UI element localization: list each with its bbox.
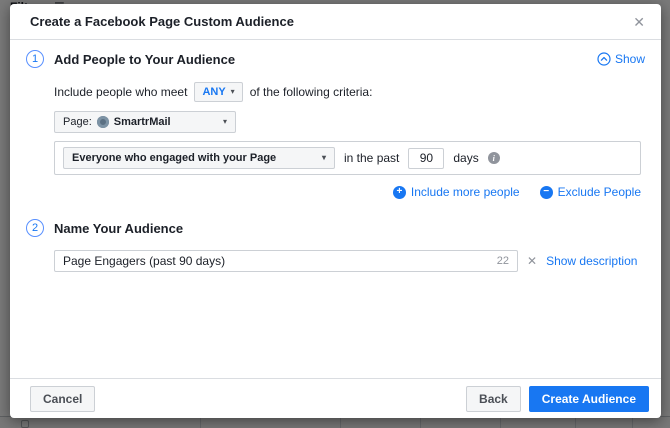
- engagement-type-value: Everyone who engaged with your Page: [72, 152, 277, 164]
- criteria-prefix: Include people who meet: [54, 85, 188, 99]
- minus-circle-icon: −: [539, 185, 553, 199]
- audience-links-row: + Include more people − Exclude People: [26, 185, 641, 199]
- engagement-criteria-box: Everyone who engaged with your Page ▾ in…: [54, 141, 641, 175]
- show-description-link[interactable]: Show description: [546, 254, 637, 268]
- info-icon[interactable]: i: [487, 152, 500, 164]
- include-more-people-link[interactable]: + Include more people: [392, 185, 520, 199]
- plus-circle-icon: +: [392, 185, 406, 199]
- clear-name-icon[interactable]: ✕: [527, 254, 537, 268]
- audience-name-value: Page Engagers (past 90 days): [63, 254, 226, 268]
- modal-title: Create a Facebook Page Custom Audience: [30, 14, 294, 29]
- days-input[interactable]: [408, 147, 445, 169]
- step2-number-badge: 2: [26, 219, 44, 237]
- exclude-people-link[interactable]: − Exclude People: [539, 185, 641, 199]
- modal-footer: Cancel Back Create Audience: [10, 378, 661, 418]
- step1-heading: Add People to Your Audience: [54, 51, 236, 67]
- engagement-type-dropdown[interactable]: Everyone who engaged with your Page ▾: [63, 147, 335, 169]
- match-type-value: ANY: [202, 86, 226, 98]
- modal-header: Create a Facebook Page Custom Audience ✕: [10, 4, 661, 40]
- caret-down-icon: ▾: [321, 153, 326, 162]
- criteria-sentence: Include people who meet ANY ▾ of the fol…: [54, 82, 645, 102]
- audience-name-input[interactable]: Page Engagers (past 90 days) 22: [54, 250, 518, 272]
- audience-name-row: Page Engagers (past 90 days) 22 ✕ Show d…: [54, 250, 645, 272]
- create-audience-button[interactable]: Create Audience: [528, 385, 649, 412]
- create-custom-audience-modal: Create a Facebook Page Custom Audience ✕…: [10, 4, 661, 418]
- close-icon[interactable]: ✕: [633, 15, 645, 29]
- caret-down-icon: ▾: [222, 117, 227, 126]
- in-the-past-label: in the past: [344, 151, 400, 165]
- char-count: 22: [496, 255, 509, 267]
- step1-header: 1 Add People to Your Audience Show: [26, 50, 645, 68]
- criteria-suffix: of the following criteria:: [249, 85, 373, 99]
- chevron-circle-icon: [597, 52, 611, 66]
- modal-body: 1 Add People to Your Audience Show Inclu…: [10, 40, 661, 378]
- show-toggle-label: Show: [614, 52, 645, 66]
- back-button[interactable]: Back: [466, 385, 521, 412]
- step2-heading: Name Your Audience: [54, 220, 184, 236]
- match-type-dropdown[interactable]: ANY ▾: [194, 82, 243, 102]
- show-toggle-link[interactable]: Show: [597, 52, 645, 66]
- step2-header: 2 Name Your Audience: [26, 219, 645, 237]
- include-more-people-label: Include more people: [410, 185, 520, 199]
- page-avatar-icon: [96, 116, 109, 128]
- page-dropdown-label: Page:: [63, 116, 92, 128]
- caret-down-icon: ▾: [230, 87, 235, 96]
- page-dropdown-value: SmartrMail: [113, 116, 171, 128]
- exclude-people-label: Exclude People: [557, 185, 641, 199]
- page-dropdown[interactable]: Page: SmartrMail ▾: [54, 111, 236, 133]
- step1-number-badge: 1: [26, 50, 44, 68]
- cancel-button[interactable]: Cancel: [30, 385, 96, 412]
- days-label: days: [453, 151, 479, 165]
